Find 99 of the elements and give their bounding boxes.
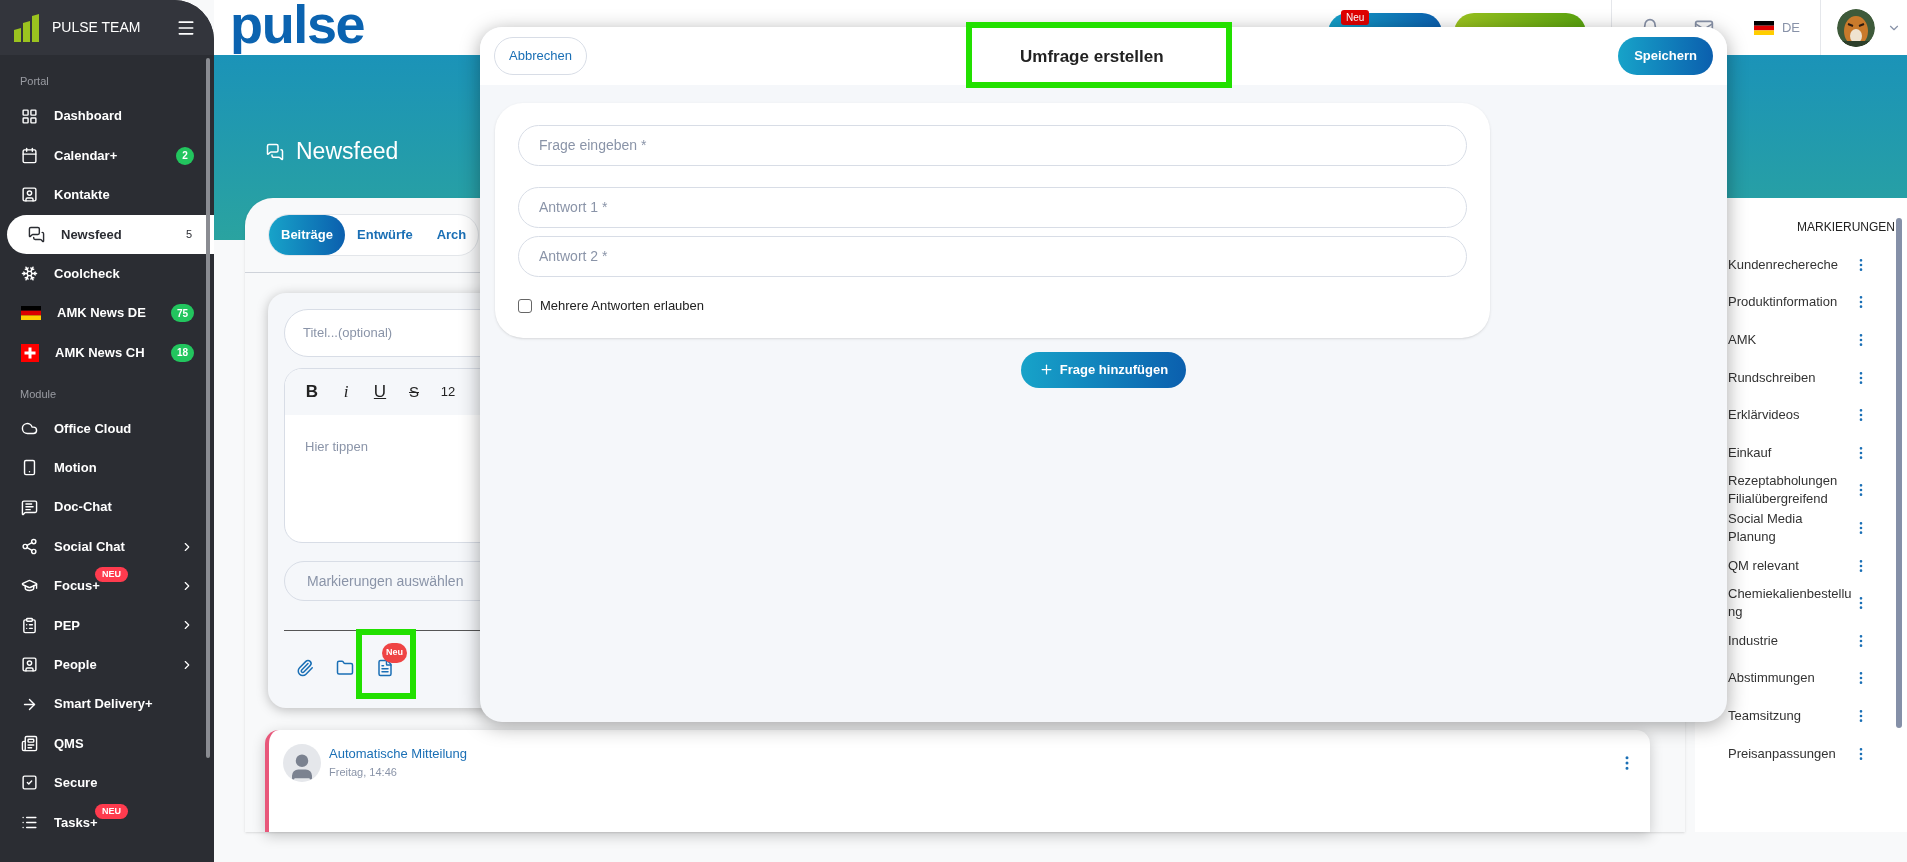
- post-author[interactable]: Automatische Mitteilung: [329, 744, 1610, 764]
- checkbox-icon: [21, 774, 38, 792]
- sidebar-item[interactable]: Social Chat: [0, 526, 214, 567]
- folder-icon[interactable]: [336, 659, 354, 677]
- sidebar-item[interactable]: QMS: [0, 723, 214, 764]
- tag-item[interactable]: Rundschreiben: [1728, 368, 1852, 387]
- german-flag-icon: [1753, 20, 1774, 35]
- tag-item[interactable]: Erklärvideos: [1728, 406, 1852, 425]
- tag-item[interactable]: Industrie: [1728, 631, 1852, 650]
- checkbox[interactable]: [518, 298, 532, 313]
- tag-item[interactable]: Social Media Planung: [1728, 509, 1852, 546]
- highlight-frame: [356, 629, 416, 699]
- paperclip-icon[interactable]: [296, 659, 314, 677]
- tag-item[interactable]: QM relevant: [1728, 556, 1852, 575]
- editor-placeholder: Hier tippen: [304, 438, 369, 456]
- section-label: Portal: [19, 74, 50, 89]
- item-label: Smart Delivery+: [54, 695, 154, 714]
- sidebar-item[interactable]: Secure: [0, 763, 214, 803]
- message-icon: [21, 498, 38, 516]
- item-label: PEP: [54, 616, 81, 635]
- item-label: Newsfeed: [61, 225, 123, 244]
- sidebar-item[interactable]: Office Cloud: [0, 408, 214, 449]
- format-button[interactable]: U: [365, 379, 395, 405]
- new-badge: NEU: [95, 803, 128, 819]
- sidebar-item[interactable]: People: [0, 645, 214, 685]
- new-badge: Neu: [1340, 9, 1370, 25]
- sidebar-item[interactable]: AMK News CH 18: [0, 332, 214, 373]
- newspaper-icon: [21, 735, 38, 753]
- sidebar-item[interactable]: AMK News DE 75: [0, 293, 214, 333]
- contact-card-icon: [21, 656, 38, 674]
- sidebar-item[interactable]: Motion: [0, 448, 214, 488]
- item-label: Kontakte: [54, 186, 111, 205]
- snowflake-icon: [21, 265, 38, 283]
- section-label: Module: [19, 387, 58, 403]
- tag-item[interactable]: Einkauf: [1728, 443, 1852, 462]
- panel-title: MARKIERUNGEN: [1797, 219, 1895, 236]
- tag-item[interactable]: Teamsitzung: [1728, 706, 1852, 725]
- sidebar-item[interactable]: Smart Delivery+: [0, 684, 214, 724]
- tag-item[interactable]: Rezeptabholungen Filialübergreifend: [1728, 472, 1852, 509]
- tab[interactable]: Arch: [424, 215, 479, 255]
- tab[interactable]: Beiträge: [269, 215, 346, 255]
- format-button[interactable]: 12: [433, 382, 463, 402]
- tag-item[interactable]: AMK: [1728, 331, 1852, 349]
- german-flag-icon: [21, 306, 41, 321]
- item-label: Coolcheck: [54, 265, 121, 283]
- item-label: People: [54, 656, 98, 674]
- chat-bubbles-icon: [266, 142, 284, 161]
- page-title: Newsfeed: [296, 137, 399, 167]
- calendar-icon: [21, 147, 38, 165]
- contact-card-icon: [21, 186, 38, 204]
- item-label: AMK News CH: [55, 343, 146, 362]
- post-time: Freitag, 14:46: [329, 764, 398, 780]
- item-label: QMS: [54, 734, 85, 753]
- add-question-button[interactable]: Frage hinzufügen: [1020, 351, 1187, 388]
- phone-icon: [21, 459, 38, 477]
- item-label: AMK News DE: [57, 304, 147, 323]
- share-icon: [21, 538, 38, 556]
- sidebar-item[interactable]: Dashboard: [0, 96, 214, 136]
- count-badge: 2: [176, 146, 194, 165]
- sidebar-item[interactable]: Newsfeed 5: [7, 214, 214, 255]
- item-label: Calendar+: [54, 146, 119, 165]
- tag-item[interactable]: Preisanpassungen: [1728, 744, 1852, 763]
- chat-bubbles-icon: [28, 225, 45, 243]
- brand-name: PULSE TEAM: [52, 18, 142, 37]
- dashboard-icon: [21, 107, 38, 125]
- clipboard-icon: [21, 616, 38, 634]
- swiss-flag-icon: [21, 343, 39, 362]
- sidebar-item[interactable]: Kontakte: [0, 175, 214, 215]
- save-button[interactable]: Speichern: [1618, 37, 1713, 75]
- item-label: Secure: [54, 774, 99, 793]
- count: 5: [185, 227, 192, 243]
- tag-item[interactable]: Kundenrechereche: [1728, 255, 1852, 274]
- poll-document-icon[interactable]: [376, 659, 394, 677]
- sidebar-item[interactable]: PEP: [0, 605, 214, 646]
- item-label: Dashboard: [54, 107, 123, 126]
- item-label: Social Chat: [54, 537, 126, 556]
- sidebar-item[interactable]: Calendar+ 2: [0, 135, 214, 176]
- tag-item[interactable]: Produktinformation: [1728, 293, 1852, 312]
- sidebar-item[interactable]: Focus+ NEU: [0, 566, 214, 606]
- format-button[interactable]: S: [399, 380, 429, 404]
- format-button[interactable]: i: [331, 379, 361, 405]
- item-label: Doc-Chat: [54, 498, 113, 517]
- dialog-title: Umfrage erstellen: [1020, 46, 1164, 68]
- new-badge: NEU: [95, 567, 128, 583]
- tag-item[interactable]: Abstimmungen: [1728, 669, 1852, 688]
- tag-item[interactable]: Chemiekalienbestellung: [1728, 585, 1852, 622]
- sidebar-item[interactable]: Doc-Chat: [0, 487, 214, 527]
- sidebar-item[interactable]: Coolcheck: [0, 254, 214, 294]
- tab[interactable]: Entwürfe: [345, 215, 425, 255]
- bar-chart-logo-icon: [14, 13, 40, 42]
- count-badge: 18: [170, 343, 194, 362]
- item-label: Office Cloud: [54, 419, 133, 438]
- plus-icon: [1038, 362, 1054, 377]
- new-badge: Neu: [382, 643, 407, 663]
- checkbox-label: Mehrere Antworten erlauben: [540, 297, 705, 315]
- sidebar-item[interactable]: Tasks+ NEU: [0, 802, 214, 843]
- item-label: Motion: [54, 459, 98, 478]
- count-badge: 75: [170, 304, 194, 323]
- format-button[interactable]: B: [297, 379, 327, 405]
